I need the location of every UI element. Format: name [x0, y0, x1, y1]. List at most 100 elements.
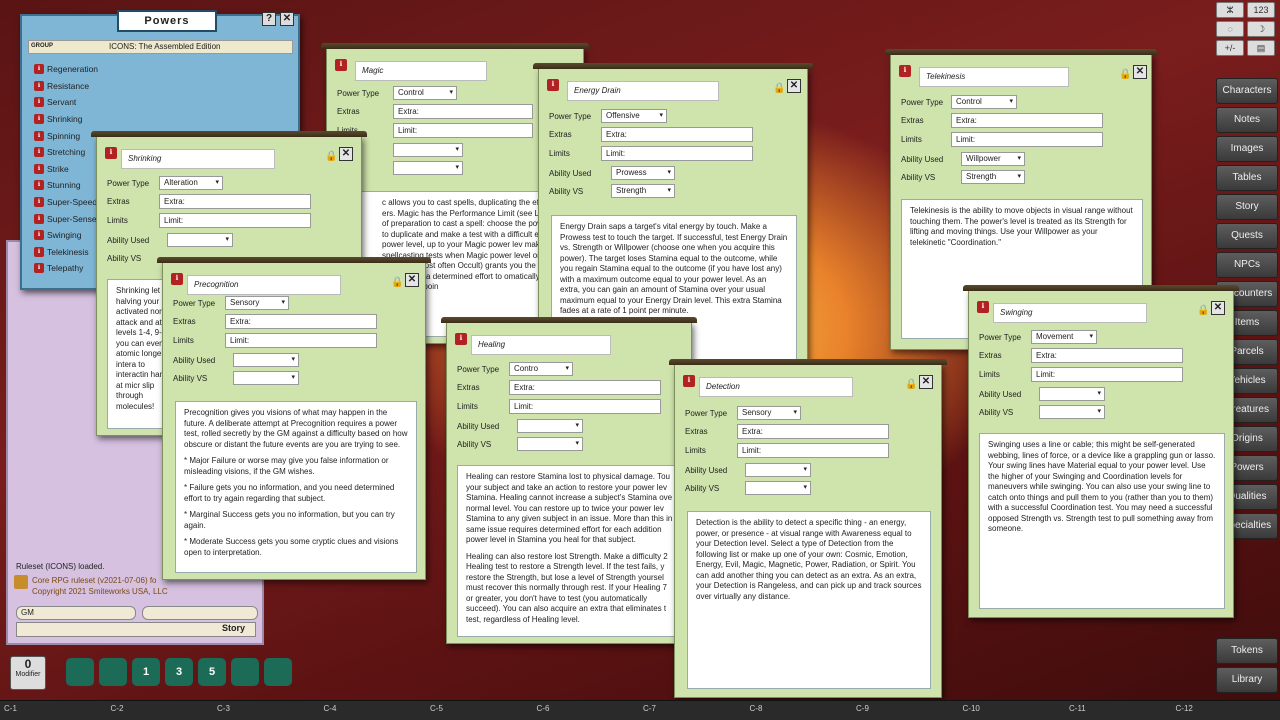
limits-input[interactable]: Limit: [737, 443, 889, 458]
list-item[interactable]: ℹ Servant [34, 94, 114, 111]
story-button[interactable]: Story [222, 623, 245, 633]
sidebar-button[interactable]: Images [1216, 136, 1278, 162]
ability-used-select[interactable] [517, 419, 583, 433]
sidebar-button[interactable]: Story [1216, 194, 1278, 220]
limits-input[interactable]: Limit: [393, 123, 533, 138]
ability-used-select[interactable]: Prowess [611, 166, 675, 180]
extras-input[interactable]: Extra: [393, 104, 533, 119]
limits-input[interactable]: Limit: [159, 213, 311, 228]
limits-input[interactable]: Limit: [509, 399, 661, 414]
modifier-icon[interactable]: +/- [1216, 40, 1244, 56]
list-item[interactable]: ℹ Resistance [34, 78, 114, 95]
power-link-icon[interactable]: ℹ [34, 197, 44, 208]
ability-used-select[interactable] [167, 233, 233, 247]
extras-input[interactable]: Extra: [737, 424, 889, 439]
power-type-select[interactable]: Contro [509, 362, 573, 376]
close-icon[interactable]: ✕ [405, 273, 419, 287]
hotkey-slot[interactable]: C-3 [217, 704, 230, 713]
sidebar-button[interactable]: Library [1216, 667, 1278, 693]
power-link-icon[interactable]: ℹ [34, 97, 44, 108]
hotkey-slot[interactable]: C-2 [111, 704, 124, 713]
power-type-select[interactable]: Sensory [225, 296, 289, 310]
sidebar-button[interactable]: Notes [1216, 107, 1278, 133]
die-icon[interactable] [99, 658, 127, 686]
ability-used-select[interactable]: Willpower [961, 152, 1025, 166]
hotkey-slot[interactable]: C-12 [1176, 704, 1193, 713]
moon-icon[interactable]: ☽ [1247, 21, 1275, 37]
ability-vs-select[interactable] [1039, 405, 1105, 419]
ability-used-select[interactable] [1039, 387, 1105, 401]
close-icon[interactable]: ✕ [280, 12, 294, 26]
extras-input[interactable]: Extra: [509, 380, 661, 395]
identity-select[interactable]: GM [16, 606, 136, 620]
hotkey-slot[interactable]: C-1 [4, 704, 17, 713]
hotkey-slot[interactable]: C-11 [1069, 704, 1086, 713]
limits-input[interactable]: Limit: [951, 132, 1103, 147]
extras-input[interactable]: Extra: [601, 127, 753, 142]
hotkey-slot[interactable]: C-10 [963, 704, 980, 713]
power-link-icon[interactable]: ℹ [34, 180, 44, 191]
close-icon[interactable]: ✕ [339, 147, 353, 161]
ability-vs-select[interactable]: Strength [611, 184, 675, 198]
power-link-icon[interactable]: ℹ [34, 114, 44, 125]
lock-icon[interactable]: 🔒 [391, 277, 403, 288]
lock-icon[interactable]: 🔒 [905, 379, 917, 390]
power-link-icon[interactable]: ℹ [34, 80, 44, 91]
die-icon[interactable]: 5 [198, 658, 226, 686]
list-item[interactable]: ℹ Regeneration [34, 61, 114, 78]
list-icon[interactable]: ▤ [1247, 40, 1275, 56]
language-select[interactable] [142, 606, 258, 620]
extras-input[interactable]: Extra: [1031, 348, 1183, 363]
power-type-select[interactable]: Sensory [737, 406, 801, 420]
modifier-box[interactable]: 0 Modifier [10, 656, 46, 690]
sidebar-button[interactable]: Tables [1216, 165, 1278, 191]
close-icon[interactable]: ✕ [787, 79, 801, 93]
hotkey-slot[interactable]: C-7 [643, 704, 656, 713]
power-link-icon[interactable]: ℹ [34, 263, 44, 274]
ability-vs-select[interactable]: Strength [961, 170, 1025, 184]
sidebar-button[interactable]: Characters [1216, 78, 1278, 104]
die-icon[interactable]: 1 [132, 658, 160, 686]
power-link-icon[interactable]: ℹ [34, 213, 44, 224]
sidebar-button[interactable]: Quests [1216, 223, 1278, 249]
power-link-icon[interactable]: ℹ [34, 147, 44, 158]
sidebar-button[interactable]: Tokens [1216, 638, 1278, 664]
lock-icon[interactable]: 🔒 [773, 83, 785, 94]
power-type-select[interactable]: Alteration [159, 176, 223, 190]
hotkey-slot[interactable]: C-8 [750, 704, 763, 713]
list-item[interactable]: ℹ Shrinking [34, 111, 114, 128]
hotkey-slot[interactable]: C-9 [856, 704, 869, 713]
power-link-icon[interactable]: ℹ [34, 163, 44, 174]
power-type-select[interactable]: Control [393, 86, 457, 100]
chat-input[interactable] [16, 622, 256, 637]
hotkey-slot[interactable]: C-5 [430, 704, 443, 713]
ability-used-select[interactable] [393, 143, 463, 157]
lock-icon[interactable]: 🔒 [1197, 305, 1209, 316]
power-type-select[interactable]: Control [951, 95, 1017, 109]
hotkey-slot[interactable]: C-4 [324, 704, 337, 713]
hotkey-slot[interactable]: C-6 [537, 704, 550, 713]
power-link-icon[interactable]: ℹ [34, 246, 44, 257]
extras-input[interactable]: Extra: [951, 113, 1103, 128]
limits-input[interactable]: Limit: [225, 333, 377, 348]
power-link-icon[interactable]: ℹ [34, 230, 44, 241]
power-link-icon[interactable]: ℹ [34, 130, 44, 141]
power-type-select[interactable]: Movement [1031, 330, 1097, 344]
die-icon[interactable] [264, 658, 292, 686]
limits-input[interactable]: Limit: [1031, 367, 1183, 382]
ability-vs-select[interactable] [393, 161, 463, 175]
compass-icon[interactable]: ⵣ [1216, 2, 1244, 18]
group-filter[interactable]: GROUP ICONS: The Assembled Edition [28, 40, 293, 54]
extras-input[interactable]: Extra: [159, 194, 311, 209]
die-icon[interactable]: 3 [165, 658, 193, 686]
extras-input[interactable]: Extra: [225, 314, 377, 329]
ability-vs-select[interactable] [517, 437, 583, 451]
limits-input[interactable]: Limit: [601, 146, 753, 161]
ability-used-select[interactable] [233, 353, 299, 367]
sidebar-button[interactable]: NPCs [1216, 252, 1278, 278]
ability-used-select[interactable] [745, 463, 811, 477]
options-icon[interactable]: ◌ [1216, 21, 1244, 37]
die-icon[interactable] [231, 658, 259, 686]
die-icon[interactable] [66, 658, 94, 686]
close-icon[interactable]: ✕ [919, 375, 933, 389]
